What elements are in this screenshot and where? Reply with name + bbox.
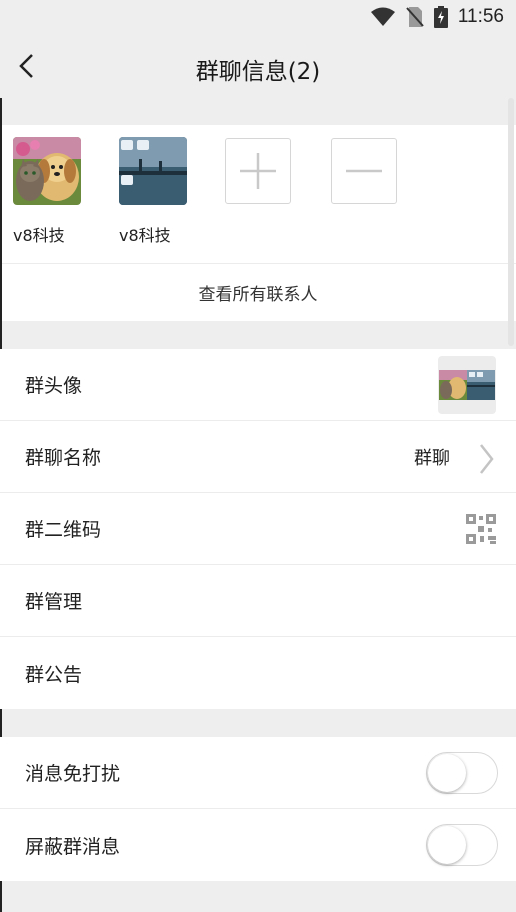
remove-member-button[interactable] <box>331 138 397 204</box>
no-sim-icon <box>406 7 424 27</box>
add-member-item[interactable] <box>225 137 331 263</box>
member-item[interactable]: v8科技 <box>119 137 225 263</box>
puppy-kitten-photo <box>13 137 81 205</box>
qrcode-icon <box>466 513 496 544</box>
mute-row: 消息免打扰 <box>0 737 516 809</box>
group-notice-row[interactable]: 群公告 <box>0 637 516 709</box>
wifi-icon <box>370 7 395 26</box>
block-messages-row: 屏蔽群消息 <box>0 809 516 881</box>
group-manage-row[interactable]: 群管理 <box>0 565 516 637</box>
page-title: 群聊信息(2) <box>195 59 321 85</box>
group-avatar-thumbnail[interactable] <box>438 355 496 414</box>
minus-icon <box>346 169 382 173</box>
battery-charging-icon <box>433 6 448 28</box>
member-name: v8科技 <box>119 226 171 245</box>
member-avatar[interactable] <box>119 137 187 205</box>
add-member-button[interactable] <box>225 138 291 204</box>
member-avatar[interactable] <box>13 137 81 205</box>
title-bar: 群聊信息(2) <box>0 34 516 98</box>
group-avatar-label: 群头像 <box>25 375 83 397</box>
status-bar: 11:56 <box>0 0 516 34</box>
group-info-section: 群头像 群聊名称 群聊 群二维码 群管理 群公告 <box>0 349 516 709</box>
pier-photo <box>119 137 187 205</box>
mute-toggle[interactable] <box>426 751 498 794</box>
members-section: v8科技 v8科技 查看所有联系人 <box>0 125 516 321</box>
group-avatar-row[interactable]: 群头像 <box>0 349 516 421</box>
status-time: 11:56 <box>457 6 504 27</box>
group-name-value: 群聊 <box>414 447 450 469</box>
group-name-row[interactable]: 群聊名称 群聊 <box>0 421 516 493</box>
settings-section: 消息免打扰 屏蔽群消息 <box>0 737 516 881</box>
member-name: v8科技 <box>13 226 65 245</box>
group-qrcode-row[interactable]: 群二维码 <box>0 493 516 565</box>
group-manage-label: 群管理 <box>25 591 83 613</box>
mute-label: 消息免打扰 <box>25 763 121 785</box>
toggle-knob <box>428 753 466 792</box>
group-name-label: 群聊名称 <box>25 447 102 469</box>
group-qrcode-label: 群二维码 <box>25 519 102 541</box>
view-all-contacts-button[interactable]: 查看所有联系人 <box>0 263 516 321</box>
block-messages-toggle[interactable] <box>426 824 498 866</box>
block-messages-label: 屏蔽群消息 <box>25 835 121 858</box>
member-item[interactable]: v8科技 <box>13 137 119 263</box>
remove-member-item[interactable] <box>331 137 437 263</box>
scrollbar[interactable] <box>508 98 514 346</box>
chevron-right-icon <box>480 444 494 474</box>
group-notice-label: 群公告 <box>25 663 83 686</box>
toggle-knob <box>428 826 466 864</box>
group-avatar-image <box>439 369 495 400</box>
plus-icon <box>240 153 276 189</box>
